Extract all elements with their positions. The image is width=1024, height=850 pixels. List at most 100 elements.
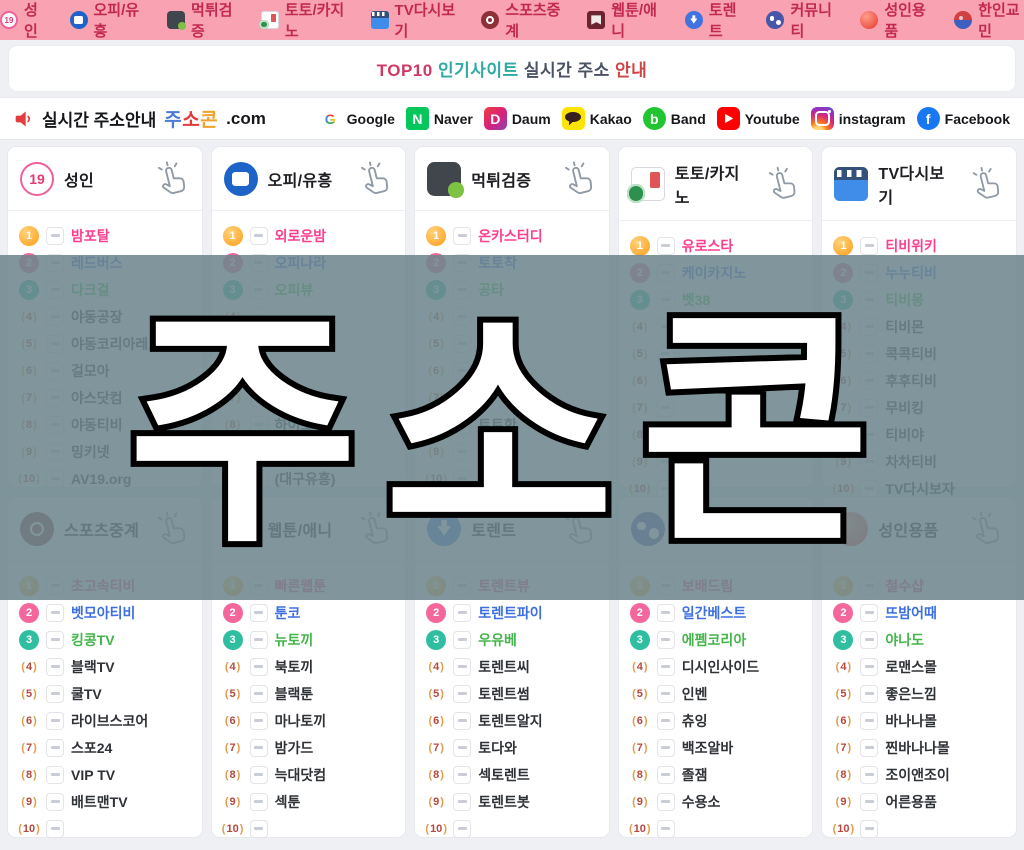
topnav-item-casino[interactable]: 토토/카지노: [261, 0, 347, 41]
site-link-item[interactable]: 3우유베: [426, 626, 601, 653]
card-header-webtoon[interactable]: 웹툰/애니: [212, 497, 406, 561]
site-link-item[interactable]: 8하이오피: [223, 411, 398, 438]
site-link-item[interactable]: 7: [223, 384, 398, 411]
site-link-item[interactable]: 8티비야: [833, 421, 1008, 448]
site-link-item[interactable]: 10: [426, 815, 601, 842]
card-header-casino[interactable]: 토토/카지노: [619, 147, 813, 221]
site-link-item[interactable]: 6츄잉: [630, 707, 805, 734]
site-link-item[interactable]: 1초고속티비: [19, 572, 194, 599]
site-link-item[interactable]: 1토렌트뷰: [426, 572, 601, 599]
site-link-item[interactable]: 6후후티비: [833, 367, 1008, 394]
site-link-item[interactable]: 6토렌트알지: [426, 707, 601, 734]
site-link-item[interactable]: 8늑대닷컴: [223, 761, 398, 788]
site-link-item[interactable]: 5야동코리아레드: [19, 330, 194, 357]
topnav-item-community[interactable]: 커뮤니티: [766, 0, 836, 41]
site-link-item[interactable]: 5블랙툰: [223, 680, 398, 707]
site-link-item[interactable]: 9수용소: [630, 788, 805, 815]
site-link-item[interactable]: 7: [630, 394, 805, 421]
site-link-item[interactable]: 8섹토렌트: [426, 761, 601, 788]
site-link-item[interactable]: 1외로운밤: [223, 222, 398, 249]
topnav-item-torrent[interactable]: 토렌트: [685, 0, 743, 41]
card-header-community[interactable]: 커뮤니티: [619, 497, 813, 561]
site-link-item[interactable]: 6바나나몰: [833, 707, 1008, 734]
site-link-item[interactable]: 7야스닷컴: [19, 384, 194, 411]
site-link-item[interactable]: 8졸잼: [630, 761, 805, 788]
site-link-item[interactable]: 7토다와: [426, 734, 601, 761]
site-link-item[interactable]: 7스포24: [19, 734, 194, 761]
topnav-item-korean-community[interactable]: 한인교민: [954, 0, 1024, 41]
site-link-item[interactable]: 3공타: [426, 276, 601, 303]
site-link-item[interactable]: 8야동티비: [19, 411, 194, 438]
site-link-item[interactable]: 4로맨스몰: [833, 653, 1008, 680]
site-link-item[interactable]: 2토토착: [426, 249, 601, 276]
site-link-item[interactable]: 4야동공장: [19, 303, 194, 330]
site-link-item[interactable]: 3오피뷰: [223, 276, 398, 303]
site-link-item[interactable]: 8VIP TV: [19, 761, 194, 788]
site-link-item[interactable]: 10AV19.org: [19, 465, 194, 492]
topnav-item-adult-goods[interactable]: 성인용품: [860, 0, 930, 41]
card-header-tv-replay[interactable]: TV다시보기: [822, 147, 1016, 221]
site-link-item[interactable]: 8조이앤조이: [833, 761, 1008, 788]
site-link-item[interactable]: 2케이카지노: [630, 259, 805, 286]
site-link-item[interactable]: 4블랙TV: [19, 653, 194, 680]
site-link-item[interactable]: 2일간베스트: [630, 599, 805, 626]
card-header-scam-check[interactable]: 먹튀검증: [415, 147, 609, 211]
site-link-item[interactable]: 2뜨밤어때: [833, 599, 1008, 626]
social-link-band[interactable]: bBand: [643, 107, 706, 130]
site-link-item[interactable]: 5: [223, 330, 398, 357]
site-link-item[interactable]: 10(대구유흥): [223, 465, 398, 492]
social-link-instagram[interactable]: instagram: [811, 107, 906, 130]
site-link-item[interactable]: 3티비몽: [833, 286, 1008, 313]
top10-banner[interactable]: TOP10 인기사이트 실시간 주소 안내: [8, 45, 1016, 92]
site-link-item[interactable]: 2오피나라: [223, 249, 398, 276]
card-header-sports[interactable]: 스포츠중계: [8, 497, 202, 561]
site-link-item[interactable]: 10: [630, 815, 805, 842]
social-link-daum[interactable]: DDaum: [484, 107, 551, 130]
site-link-item[interactable]: 8토토핫: [426, 411, 601, 438]
site-link-item[interactable]: 9: [630, 448, 805, 475]
site-link-item[interactable]: 6: [426, 357, 601, 384]
site-link-item[interactable]: 2토렌트파이: [426, 599, 601, 626]
site-link-item[interactable]: 4: [426, 303, 601, 330]
social-link-google[interactable]: GGoogle: [319, 107, 395, 130]
social-link-facebook[interactable]: fFacebook: [917, 107, 1010, 130]
site-link-item[interactable]: 4: [223, 303, 398, 330]
topnav-item-sports[interactable]: 스포츠중계: [481, 0, 563, 41]
site-link-item[interactable]: 4: [630, 313, 805, 340]
site-link-item[interactable]: 1밤포탈: [19, 222, 194, 249]
site-link-item[interactable]: 2레드버스: [19, 249, 194, 276]
site-link-item[interactable]: 5좋은느낌: [833, 680, 1008, 707]
site-link-item[interactable]: 4토렌트씨: [426, 653, 601, 680]
site-link-item[interactable]: 3벳38: [630, 286, 805, 313]
topnav-item-adult-19[interactable]: 19성인: [0, 0, 46, 41]
card-header-torrent[interactable]: 토렌트: [415, 497, 609, 561]
site-link-item[interactable]: 7무비킹: [833, 394, 1008, 421]
site-link-item[interactable]: 9: [223, 438, 398, 465]
card-header-nightlife[interactable]: 오피/유흥: [212, 147, 406, 211]
site-link-item[interactable]: 4디시인사이드: [630, 653, 805, 680]
site-link-item[interactable]: 7밤가드: [223, 734, 398, 761]
site-link-item[interactable]: 1빠른웹툰: [223, 572, 398, 599]
site-link-item[interactable]: 2벳모아티비: [19, 599, 194, 626]
site-link-item[interactable]: 3뉴토끼: [223, 626, 398, 653]
site-link-item[interactable]: 6마나토끼: [223, 707, 398, 734]
site-link-item[interactable]: 3야나도: [833, 626, 1008, 653]
card-header-adult-19[interactable]: 19성인: [8, 147, 202, 211]
site-link-item[interactable]: 1보배드림: [630, 572, 805, 599]
site-link-item[interactable]: 5: [630, 340, 805, 367]
site-link-item[interactable]: 10: [19, 815, 194, 842]
site-link-item[interactable]: 4북토끼: [223, 653, 398, 680]
site-link-item[interactable]: 8: [630, 421, 805, 448]
site-link-item[interactable]: 1티비위키: [833, 232, 1008, 259]
social-link-kakao[interactable]: Kakao: [562, 107, 632, 130]
site-link-item[interactable]: 5토렌트썸: [426, 680, 601, 707]
site-link-item[interactable]: 1온카스터디: [426, 222, 601, 249]
topnav-item-tv-replay[interactable]: TV다시보기: [371, 0, 458, 41]
site-link-item[interactable]: 3킹콩TV: [19, 626, 194, 653]
site-link-item[interactable]: 3에펨코리아: [630, 626, 805, 653]
site-link-item[interactable]: 6: [630, 367, 805, 394]
site-link-item[interactable]: 6걸모아: [19, 357, 194, 384]
site-link-item[interactable]: 2누누티비: [833, 259, 1008, 286]
site-link-item[interactable]: 10: [833, 815, 1008, 842]
site-link-item[interactable]: 10다음드: [426, 465, 601, 492]
